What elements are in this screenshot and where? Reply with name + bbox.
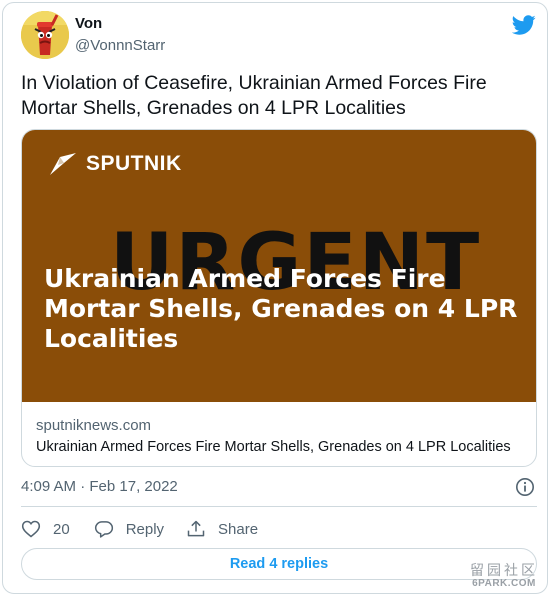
divider	[21, 506, 537, 507]
twitter-bird-icon[interactable]	[512, 13, 536, 37]
heart-icon	[21, 520, 41, 538]
avatar[interactable]	[21, 11, 69, 59]
card-domain: sputniknews.com	[36, 417, 152, 434]
like-count: 20	[53, 520, 70, 538]
watermark: 留园社区 6PARK.COM	[462, 562, 546, 590]
watermark-en: 6PARK.COM	[472, 578, 536, 589]
tweet-text: In Violation of Ceasefire, Ukrainian Arm…	[21, 72, 487, 119]
reply-button[interactable]: Reply	[94, 519, 164, 539]
sputnik-logo: SPUTNIK	[48, 150, 182, 178]
sputnik-logo-icon	[50, 153, 76, 175]
share-label: Share	[218, 520, 259, 538]
read-replies-button[interactable]: Read 4 replies	[21, 548, 537, 580]
tweet-card: Von @VonnnStarr In Violation of Ceasefir…	[2, 2, 548, 594]
sputnik-wordmark: SPUTNIK	[86, 152, 182, 175]
reply-bubble-icon	[94, 521, 113, 538]
link-preview-card[interactable]: SPUTNIK URGENT Ukrainian Armed Forces Fi…	[21, 129, 537, 467]
share-button[interactable]: Share	[186, 519, 258, 539]
card-title: Ukrainian Armed Forces Fire Mortar Shell…	[36, 439, 511, 455]
tweet-timestamp[interactable]: 4:09 AM · Feb 17, 2022	[21, 478, 178, 495]
action-bar: 20 Reply Share	[21, 517, 258, 541]
author-handle[interactable]: @VonnnStarr	[75, 37, 165, 54]
share-icon	[187, 520, 205, 537]
reply-label: Reply	[125, 520, 165, 538]
like-button[interactable]: 20	[21, 519, 70, 539]
author-name[interactable]: Von	[75, 15, 102, 32]
info-icon[interactable]	[515, 477, 535, 497]
image-headline: Ukrainian Armed Forces Fire Mortar Shell…	[44, 264, 518, 353]
watermark-cn: 留园社区	[470, 562, 538, 578]
card-image[interactable]: SPUTNIK URGENT Ukrainian Armed Forces Fi…	[22, 130, 536, 402]
